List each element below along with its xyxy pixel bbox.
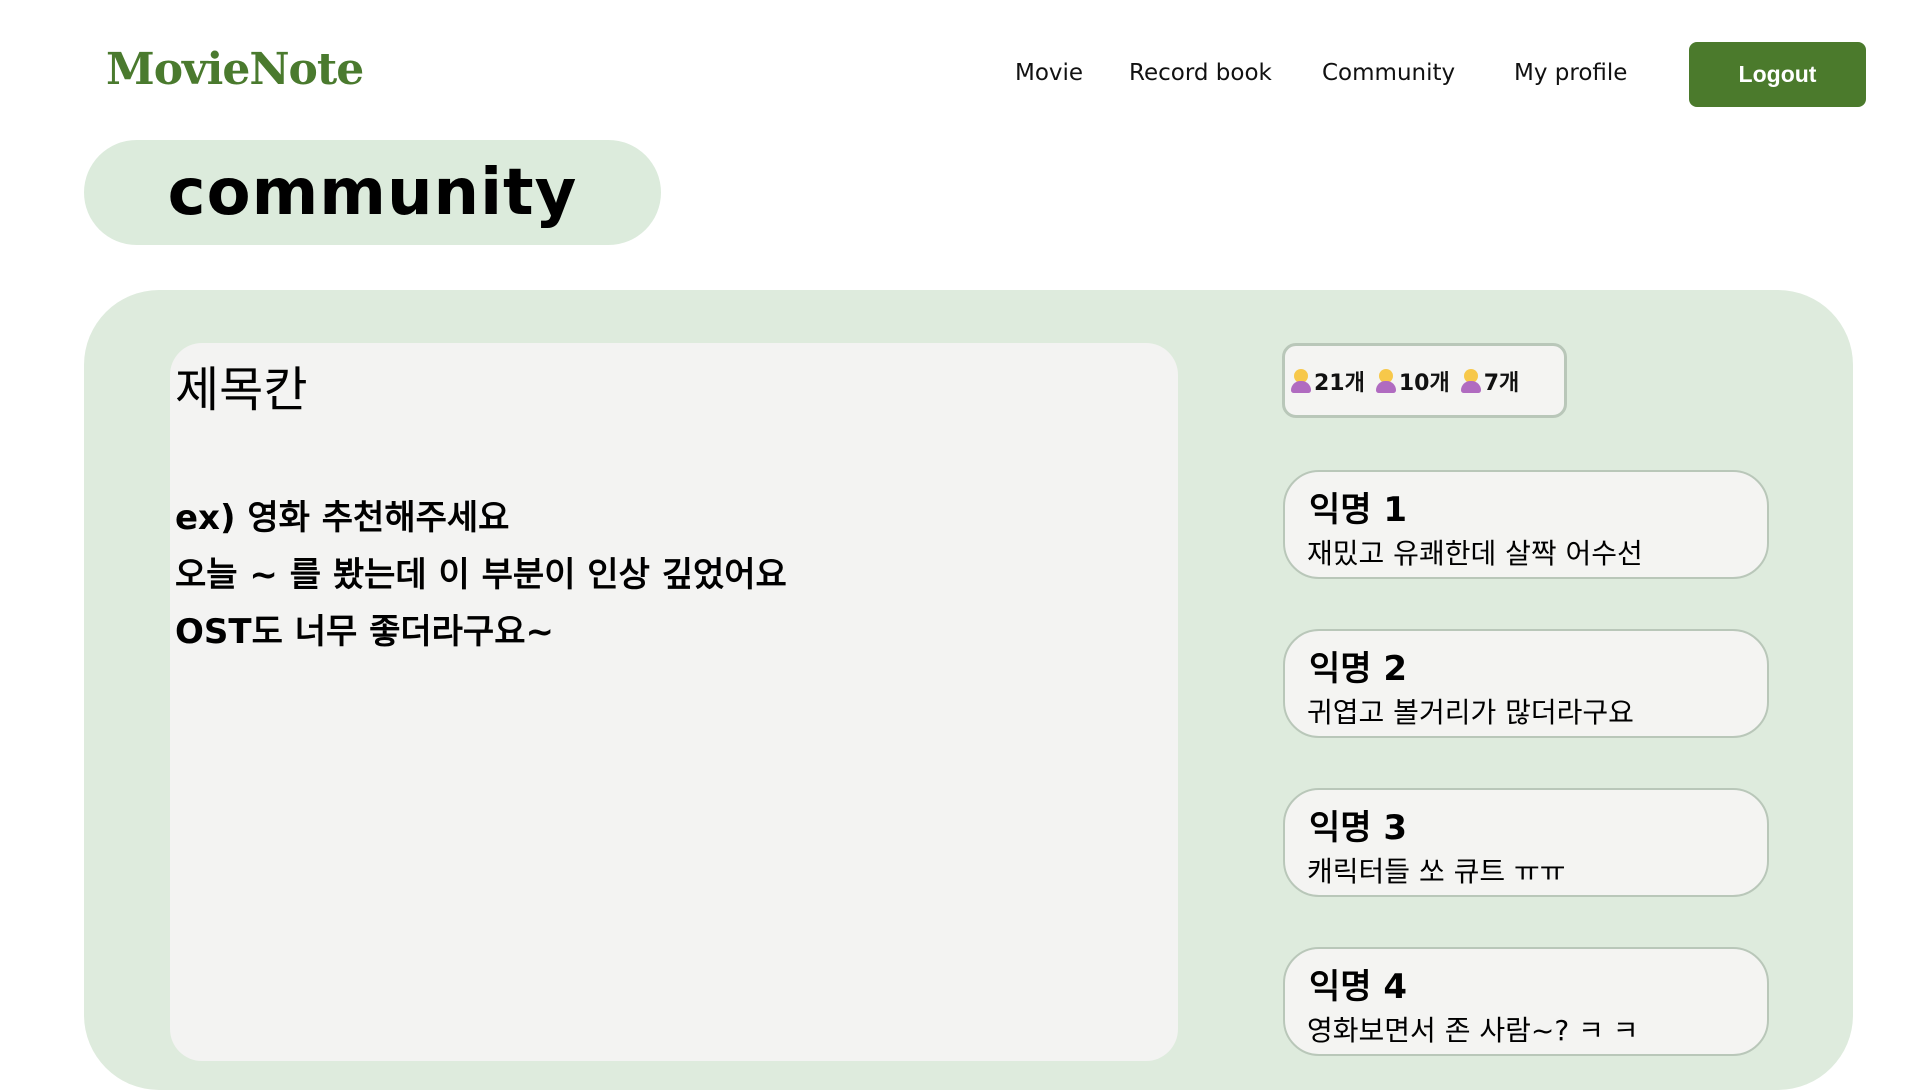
reaction-bowing[interactable]: 7개 (1460, 365, 1520, 397)
person-tipping-hand-icon (1375, 368, 1397, 393)
person-raising-hand-icon (1290, 368, 1312, 393)
nav-community[interactable]: Community (1322, 60, 1455, 86)
comment-text: 재밌고 유쾌한데 살짝 어수선 (1307, 537, 1643, 570)
nav-movie[interactable]: Movie (1015, 60, 1083, 86)
reaction-counts: 21개 10개 7개 (1282, 343, 1567, 418)
reaction-count: 10개 (1398, 370, 1450, 396)
comment-card[interactable]: 익명 2 귀엽고 볼거리가 많더라구요 (1283, 629, 1769, 738)
reaction-raise-hand[interactable]: 21개 (1290, 365, 1365, 397)
reaction-count: 21개 (1314, 370, 1365, 396)
nav-my-profile[interactable]: My profile (1514, 60, 1627, 86)
comment-author: 익명 2 (1309, 649, 1408, 689)
comment-text: 귀엽고 볼거리가 많더라구요 (1307, 696, 1634, 729)
comment-author: 익명 3 (1309, 808, 1408, 848)
comment-card[interactable]: 익명 1 재밌고 유쾌한데 살짝 어수선 (1283, 470, 1769, 579)
post-box (170, 343, 1178, 1061)
person-bowing-icon (1460, 368, 1482, 393)
post-title: 제목칸 (175, 362, 308, 418)
comment-text: 캐릭터들 쏘 큐트 ㅠㅠ (1307, 855, 1566, 888)
post-body-line: OST도 너무 좋더라구요~ (175, 612, 554, 652)
post-body-line: 오늘 ~ 를 봤는데 이 부분이 인상 깊었어요 (175, 555, 787, 595)
page-title: community (84, 140, 661, 245)
post-body: ex) 영화 추천해주세요 오늘 ~ 를 봤는데 이 부분이 인상 깊었어요 O… (175, 490, 787, 661)
logout-button[interactable]: Logout (1689, 42, 1866, 107)
comment-card[interactable]: 익명 3 캐릭터들 쏘 큐트 ㅠㅠ (1283, 788, 1769, 897)
comment-author: 익명 1 (1309, 490, 1408, 530)
comment-text: 영화보면서 존 사람~? ㅋ ㅋ (1307, 1014, 1639, 1047)
comment-author: 익명 4 (1309, 967, 1408, 1007)
reaction-count: 7개 (1483, 370, 1520, 396)
nav-record-book[interactable]: Record book (1129, 60, 1272, 86)
post-body-line: ex) 영화 추천해주세요 (175, 498, 510, 538)
comment-card[interactable]: 익명 4 영화보면서 존 사람~? ㅋ ㅋ (1283, 947, 1769, 1056)
reaction-tipping-hand[interactable]: 10개 (1375, 365, 1450, 397)
logo[interactable]: MovieNote (106, 44, 364, 95)
